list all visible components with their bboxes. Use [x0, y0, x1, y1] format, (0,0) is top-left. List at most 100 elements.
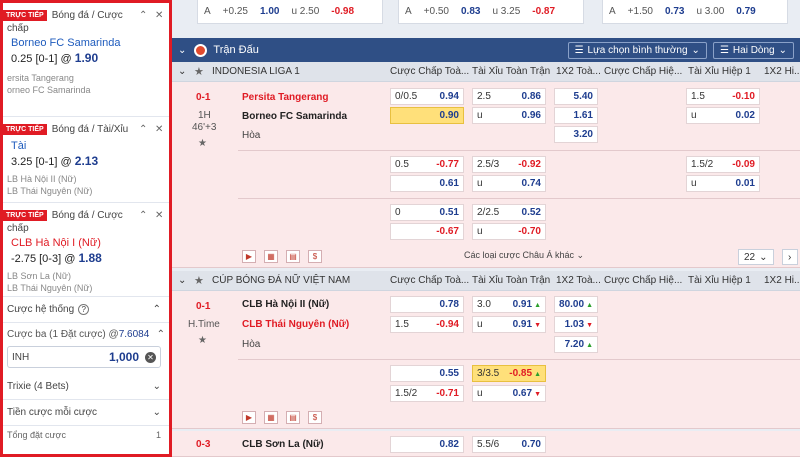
odds-cell[interactable]: 5.5/6 0.70 [472, 436, 546, 453]
odds-cell[interactable]: 0.55 [390, 365, 464, 382]
odds-cell[interactable]: 0.78 [390, 296, 464, 313]
cashout-icon[interactable]: $ [308, 250, 322, 263]
away-team: Borneo FC Samarinda [242, 111, 348, 122]
chevron-down-icon[interactable]: ⌄ [178, 45, 186, 56]
total-row: Tổng đặt cược 1 [3, 426, 169, 440]
odds-cell[interactable]: 1.5/2 -0.71 [390, 385, 464, 402]
odds-value[interactable]: -0.87 [526, 6, 561, 17]
odds-value[interactable]: 0.73 [659, 6, 690, 17]
odds-value[interactable]: 1.00 [254, 6, 285, 17]
odds-cell[interactable]: 0.82 [390, 436, 464, 453]
odds-cell[interactable]: 2.5/3 -0.92 [472, 156, 546, 173]
odds-cell[interactable]: -0.67 [390, 223, 464, 240]
odds-value[interactable]: -0.98 [325, 6, 360, 17]
odds-value[interactable]: 0.79 [730, 6, 761, 17]
bet-slip-panel: TRỰC TIẾP Bóng đá / Cược ⌃ ✕ chấp Borneo… [0, 0, 172, 457]
match-row: 0-1 H.Time ★ CLB Hà Nội II (Nữ) CLB Thái… [172, 291, 800, 429]
col-1x2-ft: 1X2 Toà... [556, 275, 601, 286]
cashout-icon[interactable]: $ [308, 411, 322, 424]
collapse-icon[interactable]: ⌃ [139, 124, 147, 135]
odds-cell-selected[interactable]: 3/3.5 -0.85 ▲ [472, 365, 546, 382]
odds-cell[interactable]: u 0.96 [472, 107, 546, 124]
close-icon[interactable]: ✕ [155, 210, 163, 221]
odds-cell[interactable]: 2/2.5 0.52 [472, 204, 546, 221]
league-name: INDONESIA LIGA 1 [212, 66, 300, 77]
odds-type-dropdown[interactable]: ☰ Hai Dòng ⌄ [712, 41, 794, 59]
close-icon[interactable]: ✕ [155, 10, 163, 21]
odds-cell[interactable]: 2.5 0.86 [472, 88, 546, 105]
slip-team: orneo FC Samarinda [7, 85, 91, 95]
slip-odds: 1.90 [74, 51, 99, 65]
odds-value[interactable]: 0.83 [455, 6, 486, 17]
stake-amount[interactable]: 1,000 [109, 350, 139, 364]
chevron-down-icon[interactable]: ⌄ [178, 66, 186, 77]
collapse-icon[interactable]: ⌃ [139, 10, 147, 21]
slip-pick: Tài [11, 140, 27, 152]
draw-label: Hòa [242, 130, 261, 141]
odds-cell[interactable]: 1.61 [554, 107, 598, 124]
odds-cell-selected[interactable]: 0.90 [390, 107, 464, 124]
odds-cell[interactable]: 3.0 0.91 ▲ [472, 296, 546, 313]
star-icon[interactable]: ★ [194, 274, 204, 287]
close-icon[interactable]: ✕ [155, 124, 163, 135]
stats-icon[interactable]: ▦ [264, 250, 278, 263]
slip-pick: Borneo FC Samarinda [11, 37, 121, 49]
system-bet-row[interactable]: Cược hệ thống? ⌃ [3, 297, 169, 323]
odds-cell[interactable]: 0/0.5 0.94 [390, 88, 464, 105]
odds-cell[interactable]: 5.40 [554, 88, 598, 105]
combo-odds: 7.6084 [118, 329, 150, 340]
slip-team: LB Thái Nguyên (Nữ) [7, 186, 93, 196]
chevron-down-icon[interactable]: ⌄ [178, 275, 186, 286]
slip-line: 0.25 [0-1] @ 1.90 [11, 51, 99, 65]
list-icon: ☰ [719, 44, 729, 56]
match-minute: 46'+3 [192, 122, 217, 133]
league-header[interactable]: ⌄ ★ CÚP BÓNG ĐÁ NỮ VIỆT NAM Cược Chấp To… [172, 271, 800, 291]
total-label: Tổng đặt cược [7, 430, 66, 440]
video-icon[interactable]: ▶ [242, 250, 256, 263]
more-bets-link[interactable]: Các loại cược Châu Á khác ⌄ [464, 250, 584, 261]
star-icon[interactable]: ★ [198, 138, 207, 149]
odds-cell[interactable]: 1.5 -0.10 [686, 88, 760, 105]
slip-team: LB Sơn La (Nữ) [7, 271, 71, 281]
stats-icon[interactable]: ▤ [286, 411, 300, 424]
odds-cell[interactable]: 80.00 ▲ [554, 296, 598, 313]
odds-cell[interactable]: 1.5/2 -0.09 [686, 156, 760, 173]
home-team: Persita Tangerang [242, 92, 329, 103]
stats-icon[interactable]: ▤ [286, 250, 300, 263]
odds-cell[interactable]: 1.5 -0.94 [390, 316, 464, 333]
clear-icon[interactable]: ✕ [145, 351, 156, 363]
col-ou-ft: Tài Xỉu Toàn Trận [472, 66, 551, 77]
star-icon[interactable]: ★ [194, 65, 204, 78]
odds-cell[interactable]: 7.20 ▲ [554, 336, 598, 353]
odds-cell[interactable]: u 0.74 [472, 175, 546, 192]
chevron-down-icon: ⌄ [759, 251, 768, 263]
matches-header: ⌄ Trận Đấu ☰ Lựa chọn bình thường ⌄ ☰ Hai D… [172, 38, 800, 62]
match-row: 0-1 1H 46'+3 ★ Persita Tangerang Borneo … [172, 82, 800, 268]
next-arrow-icon[interactable]: › [782, 249, 798, 265]
col-handicap-h1: Cược Chấp Hiệ... [604, 66, 683, 77]
odds-cell[interactable]: 3.20 [554, 126, 598, 143]
stake-input[interactable]: INH 1,000 ✕ [7, 346, 161, 368]
page-select[interactable]: 22 ⌄ [738, 249, 774, 265]
league-header[interactable]: ⌄ ★ INDONESIA LIGA 1 Cược Chấp Toà... Tà… [172, 62, 800, 82]
chevron-up-icon[interactable]: ⌃ [157, 329, 165, 340]
trixie-row[interactable]: Trixie (4 Bets) ⌄ [3, 374, 169, 400]
help-icon[interactable]: ? [78, 304, 90, 315]
odds-cell[interactable]: u -0.70 [472, 223, 546, 240]
video-icon[interactable]: ▶ [242, 411, 256, 424]
odds-cell[interactable]: 1.03 ▼ [554, 316, 598, 333]
star-icon[interactable]: ★ [198, 335, 207, 346]
odds-cell[interactable]: 0.5 -0.77 [390, 156, 464, 173]
col-1x2-h1: 1X2 Hi... [764, 275, 800, 286]
slip-team: LB Thái Nguyên (Nữ) [7, 283, 93, 293]
odds-cell[interactable]: u 0.01 [686, 175, 760, 192]
collapse-icon[interactable]: ⌃ [139, 210, 147, 221]
stats-icon[interactable]: ▦ [264, 411, 278, 424]
sort-dropdown[interactable]: ☰ Lựa chọn bình thường ⌄ [567, 41, 707, 59]
odds-cell[interactable]: 0.61 [390, 175, 464, 192]
odds-cell[interactable]: u 0.67 ▼ [472, 385, 546, 402]
odds-cell[interactable]: u 0.91 ▼ [472, 316, 546, 333]
odds-cell[interactable]: u 0.02 [686, 107, 760, 124]
per-bet-row[interactable]: Tiền cược mỗi cược ⌄ [3, 400, 169, 426]
odds-cell[interactable]: 0 0.51 [390, 204, 464, 221]
